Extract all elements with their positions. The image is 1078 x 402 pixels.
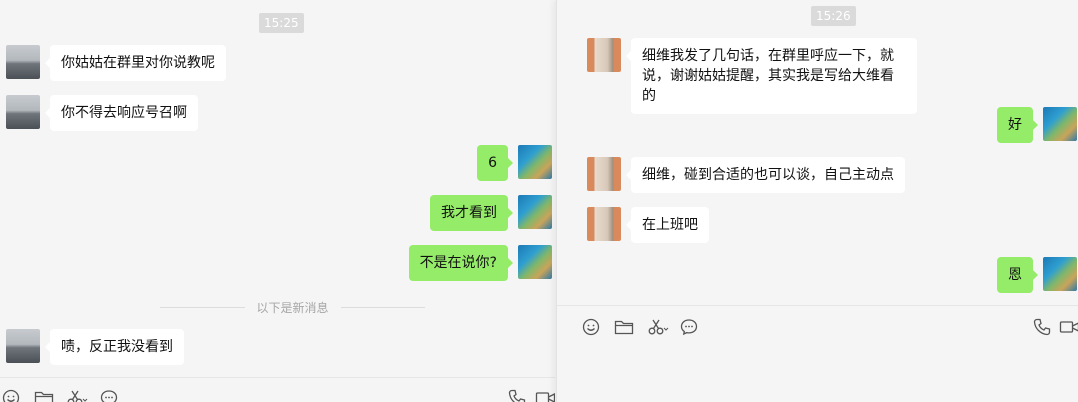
new-messages-label: 以下是新消息: [256, 300, 329, 315]
message-bubble[interactable]: 不是在说你?: [408, 245, 514, 281]
my-avatar[interactable]: [518, 195, 552, 229]
right-chat-pane: 15:26 细维我发了几句话，在群里呼应一下，就说，谢谢姑姑提醒，其实我是写给大…: [556, 0, 1078, 402]
message-incoming: 细维我发了几句话，在群里呼应一下，就说，谢谢姑姑提醒，其实我是写给大维看的: [587, 38, 917, 114]
message-bubble[interactable]: 啧，反正我没看到: [45, 329, 184, 365]
message-outgoing: 6: [477, 145, 552, 181]
contact-avatar[interactable]: [587, 157, 621, 191]
message-incoming: 在上班吧: [587, 207, 709, 243]
scissors-icon[interactable]: [66, 389, 88, 402]
my-avatar[interactable]: [518, 245, 552, 279]
chat-bubble-icon[interactable]: [680, 318, 700, 338]
message-bubble[interactable]: 在上班吧: [626, 207, 709, 243]
emoji-icon[interactable]: [2, 389, 22, 402]
video-icon[interactable]: [1059, 318, 1078, 338]
contact-avatar[interactable]: [6, 329, 40, 363]
contact-avatar[interactable]: [587, 38, 621, 72]
message-incoming: 啧，反正我没看到: [6, 329, 184, 365]
timestamp: 15:25: [259, 13, 304, 33]
chat-bubble-icon[interactable]: [100, 389, 120, 402]
message-bubble[interactable]: 细维，碰到合适的也可以谈，自己主动点: [626, 157, 905, 193]
phone-icon[interactable]: [1033, 318, 1053, 338]
timestamp: 15:26: [811, 6, 856, 26]
message-incoming: 细维，碰到合适的也可以谈，自己主动点: [587, 157, 905, 193]
message-incoming: 你不得去响应号召啊: [6, 95, 198, 131]
left-chat-pane: 15:25 你姑姑在群里对你说教呢 你不得去响应号召啊 6 我才看到 不是在说你…: [0, 0, 555, 402]
my-avatar[interactable]: [1043, 257, 1077, 291]
message-bubble[interactable]: 6: [477, 145, 513, 181]
scissors-icon[interactable]: [647, 318, 669, 338]
message-bubble[interactable]: 我才看到: [430, 195, 513, 231]
contact-avatar[interactable]: [6, 95, 40, 129]
message-outgoing: 好: [997, 107, 1077, 143]
message-outgoing: 恩: [997, 257, 1077, 293]
phone-icon[interactable]: [508, 389, 528, 402]
contact-avatar[interactable]: [6, 45, 40, 79]
my-avatar[interactable]: [1043, 107, 1077, 141]
message-bubble[interactable]: 恩: [997, 257, 1038, 293]
video-icon[interactable]: [535, 389, 555, 402]
input-area[interactable]: [557, 305, 1078, 402]
message-bubble[interactable]: 好: [997, 107, 1038, 143]
message-bubble[interactable]: 你不得去响应号召啊: [45, 95, 198, 131]
contact-avatar[interactable]: [587, 207, 621, 241]
emoji-icon[interactable]: [582, 318, 602, 338]
folder-icon[interactable]: [614, 318, 634, 338]
message-bubble[interactable]: 你姑姑在群里对你说教呢: [45, 45, 226, 81]
message-outgoing: 我才看到: [430, 195, 552, 231]
message-outgoing: 不是在说你?: [408, 245, 552, 281]
message-incoming: 你姑姑在群里对你说教呢: [6, 45, 226, 81]
message-bubble[interactable]: 细维我发了几句话，在群里呼应一下，就说，谢谢姑姑提醒，其实我是写给大维看的: [626, 38, 917, 114]
input-toolbar: [0, 377, 555, 402]
folder-icon[interactable]: [34, 389, 54, 402]
new-messages-divider: 以下是新消息: [160, 297, 426, 317]
my-avatar[interactable]: [518, 145, 552, 179]
